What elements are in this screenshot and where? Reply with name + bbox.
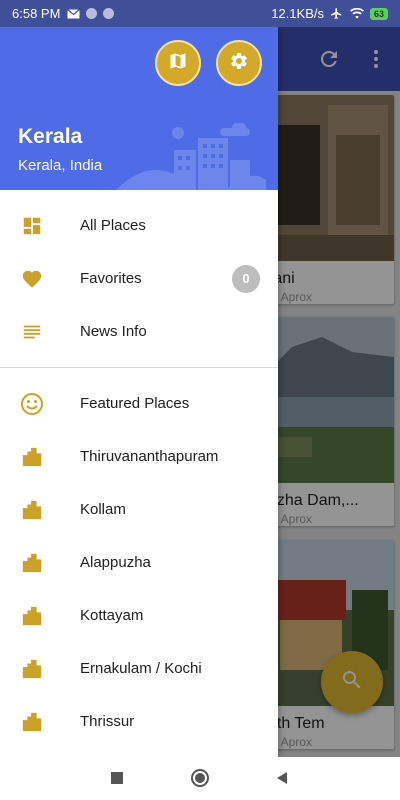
city-icon <box>20 498 44 522</box>
drawer-menu: All Places Favorites 0 News Info Feature… <box>0 190 278 748</box>
menu-item-label: News Info <box>80 323 147 340</box>
menu-item-favorites[interactable]: Favorites 0 <box>0 252 278 305</box>
menu-item-label: Kottayam <box>80 607 144 624</box>
gear-icon <box>229 51 249 76</box>
city-icon <box>20 445 44 469</box>
smiley-icon <box>20 392 44 416</box>
drawer-subtitle: Kerala, India <box>18 157 103 174</box>
wifi-icon <box>349 8 364 20</box>
city-icon <box>20 551 44 575</box>
notification-dot-icon <box>103 8 115 19</box>
list-icon <box>20 320 44 344</box>
airplane-icon <box>330 8 344 20</box>
menu-item-alappuzha[interactable]: Alappuzha <box>0 536 278 589</box>
city-icon <box>20 657 44 681</box>
drawer-title: Kerala <box>18 125 83 148</box>
menu-item-label: Ernakulam / Kochi <box>80 660 202 677</box>
menu-item-ernakulam-kochi[interactable]: Ernakulam / Kochi <box>0 642 278 695</box>
drawer-header: Kerala Kerala, India <box>0 27 278 190</box>
map-icon <box>168 51 188 76</box>
mail-icon <box>66 8 80 20</box>
menu-item-thiruvananthapuram[interactable]: Thiruvananthapuram <box>0 430 278 483</box>
status-time: 6:58 PM <box>12 6 61 21</box>
city-icon <box>20 604 44 628</box>
menu-item-featured-places[interactable]: Featured Places <box>0 377 278 430</box>
navigation-drawer: Kerala Kerala, India All Places Favorite… <box>0 27 278 757</box>
menu-item-kollam[interactable]: Kollam <box>0 483 278 536</box>
menu-item-thrissur[interactable]: Thrissur <box>0 695 278 748</box>
city-icon <box>20 710 44 734</box>
menu-item-kottayam[interactable]: Kottayam <box>0 589 278 642</box>
recents-button[interactable] <box>106 767 128 789</box>
menu-item-label: Alappuzha <box>80 554 151 571</box>
menu-item-label: Thrissur <box>80 713 135 730</box>
notification-dot-icon <box>86 8 98 19</box>
menu-item-label: All Places <box>80 217 146 234</box>
menu-divider <box>0 367 278 368</box>
back-button[interactable] <box>271 767 293 789</box>
heart-icon <box>20 267 44 291</box>
favorites-count-badge: 0 <box>232 264 260 293</box>
menu-item-label: Favorites <box>80 270 142 287</box>
status-bar: 6:58 PM 12.1KB/s 63 <box>0 0 400 27</box>
menu-item-label: Featured Places <box>80 395 190 412</box>
menu-item-news-info[interactable]: News Info <box>0 305 278 358</box>
menu-item-all-places[interactable]: All Places <box>0 199 278 252</box>
system-nav-bar <box>0 757 400 800</box>
grid-icon <box>20 214 44 238</box>
settings-button[interactable] <box>216 40 262 86</box>
map-button[interactable] <box>155 40 201 86</box>
menu-item-label: Kollam <box>80 501 126 518</box>
network-speed: 12.1KB/s <box>271 6 324 21</box>
home-button[interactable] <box>189 767 211 789</box>
city-skyline-icon <box>116 123 266 190</box>
battery-indicator: 63 <box>369 7 388 20</box>
menu-item-label: Thiruvananthapuram <box>80 448 219 465</box>
